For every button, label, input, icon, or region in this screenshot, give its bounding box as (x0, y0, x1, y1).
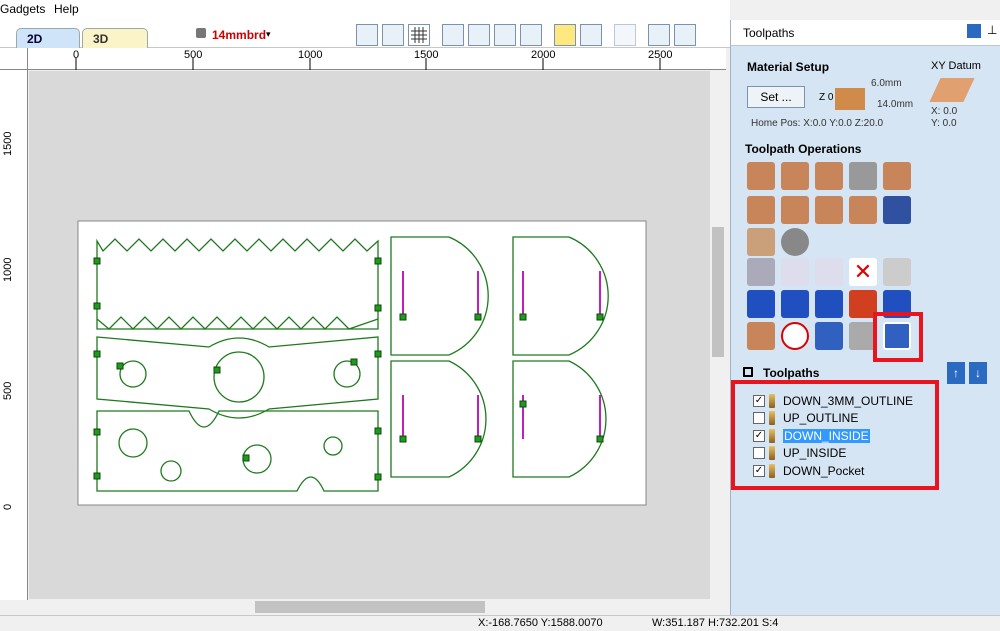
zoom-to-fit-icon[interactable] (356, 24, 378, 46)
vcarve-toolpath-icon[interactable] (747, 196, 775, 224)
set-tool-icon[interactable] (747, 322, 775, 350)
vertical-scroll-thumb[interactable] (712, 227, 724, 357)
ruler-top-label: 1500 (414, 49, 439, 61)
thickness-top: 6.0mm (871, 78, 902, 89)
toolpath-calculator-icon[interactable] (883, 258, 911, 286)
merge-toolpaths-icon[interactable] (781, 290, 809, 318)
pin-icon[interactable]: ⊥ (987, 23, 997, 37)
panel-pin-icon[interactable] (967, 24, 981, 38)
highlight-save-toolpath (873, 312, 923, 362)
show-toolpaths-icon[interactable] (580, 24, 602, 46)
xy-datum-title: XY Datum (931, 60, 981, 72)
material-cube-icon (196, 28, 206, 38)
panel-header: Toolpaths ⊥ (731, 20, 1000, 46)
collapse-icon[interactable] (743, 367, 753, 377)
cursor-coordinates: X:-168.7650 Y:1588.0070 (478, 617, 603, 629)
pocket-toolpath-icon[interactable] (781, 162, 809, 190)
delete-toolpath-icon[interactable]: ✕ (849, 258, 877, 286)
toolpath-templates-icon[interactable] (747, 258, 775, 286)
3d-roughing-icon[interactable] (747, 228, 775, 256)
tab-2d-view[interactable]: 2D View (16, 28, 80, 60)
move-down-icon[interactable]: ↓ (969, 362, 987, 384)
recalculate-icon[interactable] (747, 290, 775, 318)
thickness-bottom: 14.0mm (877, 99, 914, 110)
profile-toolpath-icon[interactable] (747, 162, 775, 190)
selection-size: W:351.187 H:732.201 S:4 (652, 617, 779, 629)
zoom-out-icon[interactable] (494, 24, 516, 46)
edit-toolpath-icon[interactable] (781, 258, 809, 286)
menu-gadgets[interactable]: Gadgets (0, 2, 45, 16)
panel-title: Toolpaths (743, 26, 795, 40)
toolpaths-panel: Toolpaths ⊥ Material Setup Set ... Z 0 6… (730, 20, 1000, 615)
material-block-icon (835, 88, 865, 110)
menu-bar: Gadgets Help (0, 0, 730, 20)
ruler-top-label: 1000 (298, 49, 323, 61)
chevron-down-icon[interactable]: ▾ (266, 29, 271, 40)
render-icon[interactable] (614, 24, 636, 46)
drilling-toolpath-icon[interactable] (815, 162, 843, 190)
home-position: Home Pos: X:0.0 Y:0.0 Z:20.0 (751, 118, 884, 129)
material-setup-title: Material Setup (747, 60, 830, 74)
material-sheet (77, 220, 647, 506)
xy-datum-icon[interactable] (929, 78, 975, 102)
texture-toolpath-icon[interactable] (849, 196, 877, 224)
layout-icon[interactable] (648, 24, 670, 46)
zoom-in-icon[interactable] (468, 24, 490, 46)
moulding-toolpath-icon[interactable] (883, 196, 911, 224)
ruler-left-label: 1500 (2, 131, 14, 156)
vertical-scrollbar[interactable] (710, 71, 726, 599)
ruler-top-label: 0 (73, 49, 80, 61)
prism-toolpath-icon[interactable] (815, 196, 843, 224)
status-bar: X:-168.7650 Y:1588.0070 W:351.187 H:732.… (0, 615, 1000, 631)
3d-finishing-icon[interactable] (781, 228, 809, 256)
inlay-toolpath-icon[interactable] (883, 162, 911, 190)
move-up-icon[interactable]: ↑ (947, 362, 965, 384)
drawing-canvas[interactable] (29, 71, 710, 599)
fluting-toolpath-icon[interactable] (781, 196, 809, 224)
toolpath-operations-title: Toolpath Operations (745, 142, 862, 156)
ruler-left-label: 0 (2, 503, 14, 510)
menu-help[interactable]: Help (54, 2, 79, 16)
show-vectors-icon[interactable] (554, 24, 576, 46)
datum-y: Y: 0.0 (931, 118, 957, 129)
copy-toolpath-icon[interactable] (815, 258, 843, 286)
horizontal-scrollbar[interactable] (29, 599, 710, 615)
ruler-left-label: 1000 (2, 257, 14, 282)
grid-icon[interactable] (408, 24, 430, 46)
highlight-toolpath-list (731, 380, 939, 490)
ruler-top: 0 500 1000 1500 2000 2500 (28, 48, 726, 70)
ruler-top-label: 500 (184, 49, 203, 61)
ruler-top-label: 2500 (648, 49, 673, 61)
preview-toolpaths-icon[interactable] (815, 290, 843, 318)
horizontal-scroll-thumb[interactable] (255, 601, 485, 613)
grid-glyph-icon (411, 27, 427, 43)
ruler-left-label: 500 (2, 381, 14, 400)
tab-3d-view[interactable]: 3D View (82, 28, 148, 60)
pan-icon[interactable] (442, 24, 464, 46)
time-estimate-icon[interactable] (781, 322, 809, 350)
ruler-top-label: 2000 (531, 49, 556, 61)
design-drawing[interactable] (29, 71, 710, 599)
ruler-corner (0, 48, 28, 70)
view-toolbar: 2D View 3D View 14mmbrd ▾ (0, 20, 730, 60)
quick-engrave-icon[interactable] (849, 162, 877, 190)
z-zero-label: Z 0 (819, 92, 834, 103)
toolpaths-list-title: Toolpaths (763, 366, 820, 380)
set-material-button[interactable]: Set ... (747, 86, 805, 108)
zoom-box-icon[interactable] (520, 24, 542, 46)
ruler-top-ticks (75, 58, 661, 70)
snap-grid-icon[interactable] (382, 24, 404, 46)
material-selector[interactable]: 14mmbrd (212, 28, 266, 42)
panel-toggle-icon[interactable] (674, 24, 696, 46)
datum-x: X: 0.0 (931, 106, 958, 117)
wrapped-toolpath-icon[interactable] (815, 322, 843, 350)
ruler-left: 1500 1000 500 0 (0, 70, 28, 600)
